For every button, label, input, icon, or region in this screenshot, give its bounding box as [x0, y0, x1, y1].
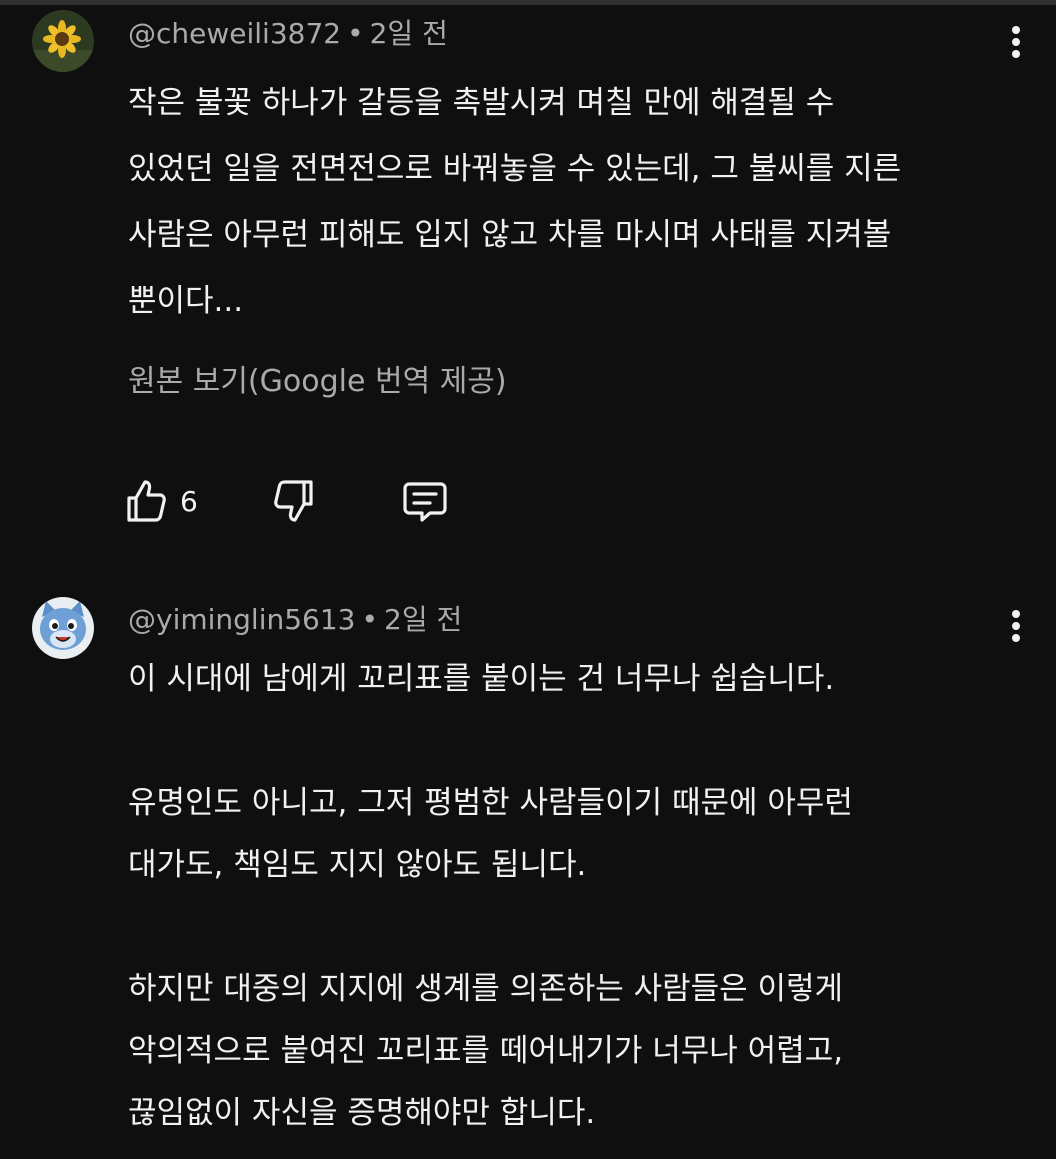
comment-time: 2일 전 — [384, 603, 463, 636]
thumbs-down-icon — [274, 480, 313, 522]
comment-meta: @cheweili3872 • 2일 전 — [128, 16, 448, 52]
thumbs-up-icon — [127, 480, 166, 522]
avatar[interactable] — [32, 597, 94, 659]
sunflower-avatar-icon — [32, 10, 94, 72]
blue-cat-avatar-icon — [32, 597, 94, 659]
comment-line: 있었던 일을 전면전으로 바꿔놓을 수 있는데, 그 불씨를 지른 — [128, 151, 902, 187]
like-count: 6 — [180, 485, 198, 518]
author-handle[interactable]: @cheweili3872 — [128, 17, 341, 50]
dislike-button[interactable] — [270, 476, 320, 526]
comment-line: 끊임없이 자신을 증명해야만 합니다. — [128, 1095, 596, 1131]
see-original-link[interactable]: 원본 보기(Google 번역 제공) — [128, 356, 507, 400]
comment-line — [128, 896, 1008, 958]
comment-line: 뿐이다... — [128, 283, 244, 319]
comment-line — [128, 710, 1008, 772]
meta-separator: • — [361, 603, 379, 636]
comment-text: 이 시대에 남에게 꼬리표를 붙이는 건 너무나 쉽습니다. 유명인도 아니고,… — [128, 648, 1008, 1144]
meta-separator: • — [347, 17, 364, 50]
comment-time: 2일 전 — [369, 17, 448, 50]
comment-line: 이 시대에 남에게 꼬리표를 붙이는 건 너무나 쉽습니다. — [128, 661, 835, 697]
comment-line: 사람은 아무런 피해도 입지 않고 차를 마시며 사태를 지켜볼 — [128, 217, 892, 253]
like-button[interactable]: 6 — [124, 476, 214, 526]
top-divider — [0, 0, 1056, 5]
comment-line: 유명인도 아니고, 그저 평범한 사람들이기 때문에 아무런 — [128, 785, 853, 821]
comment-meta: @yiminglin5613 • 2일 전 — [128, 602, 462, 638]
more-vert-icon — [1012, 26, 1020, 58]
reply-comment-icon — [403, 482, 447, 522]
avatar[interactable] — [32, 10, 94, 72]
comment-text: 작은 불꽃 하나가 갈등을 촉발시켜 며칠 만에 해결될 수 있었던 일을 전면… — [128, 70, 1008, 334]
author-handle[interactable]: @yiminglin5613 — [128, 603, 356, 636]
comment-line: 악의적으로 붙여진 꼬리표를 떼어내기가 너무나 어렵고, — [128, 1033, 844, 1069]
more-options-button[interactable] — [1000, 604, 1032, 648]
more-vert-icon — [1012, 610, 1020, 642]
more-options-button[interactable] — [1000, 20, 1032, 64]
comment-line: 작은 불꽃 하나가 갈등을 촉발시켜 며칠 만에 해결될 수 — [128, 85, 835, 121]
comment-line: 대가도, 책임도 지지 않아도 됩니다. — [128, 847, 587, 883]
reply-button[interactable] — [400, 476, 450, 526]
comment-line: 하지만 대중의 지지에 생계를 의존하는 사람들은 이렇게 — [128, 971, 844, 1007]
